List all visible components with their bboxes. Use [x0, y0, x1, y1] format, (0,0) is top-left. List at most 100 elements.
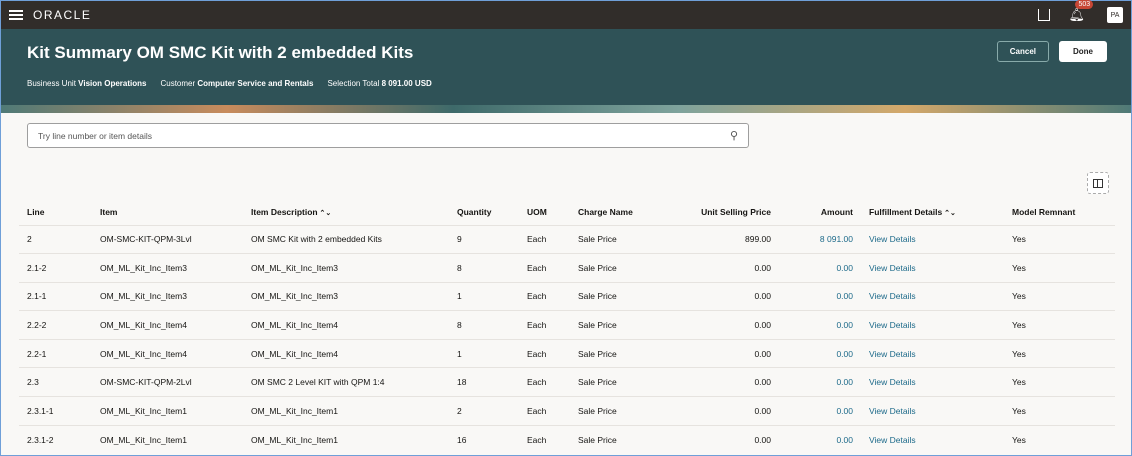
table-cell: Each [519, 224, 570, 254]
column-header: UOM [519, 199, 570, 225]
table-row[interactable]: 2.1-1 OM_ML_Kit_Inc_Item3 OM_ML_Kit_Inc_It… [19, 281, 1115, 311]
table-cell: 0.00 [667, 281, 779, 311]
table-cell: OM_ML_Kit_Inc_Item4 [243, 310, 449, 340]
table-row[interactable]: 2.3 OM-SMC-KIT-QPM-2Lvl OM SMC 2 Level KIT… [19, 367, 1115, 397]
customer: Customer Computer Service and Rentals [160, 79, 314, 88]
table-cell: 0.00 [667, 424, 779, 454]
column-header: Line [19, 199, 92, 225]
amount-link[interactable]: 0.00 [779, 396, 861, 426]
table-cell: 2.2-2 [19, 310, 92, 340]
view-details-link[interactable]: View Details [861, 367, 1004, 397]
table-row[interactable]: 2.1-2 OM_ML_Kit_Inc_Item3 OM_ML_Kit_Inc_It… [19, 253, 1115, 283]
amount-link[interactable]: 8 091.00 [779, 224, 861, 254]
column-header: Quantity [449, 199, 519, 225]
top-bar: ORACLE 🔔︎ 503 PA [1, 0, 1131, 29]
amount-link[interactable]: 0.00 [779, 338, 861, 368]
table-cell: Yes [1004, 253, 1115, 283]
table-cell: Sale Price [570, 281, 667, 311]
table-cell: Yes [1004, 367, 1115, 397]
table-cell: 2.3.1-1 [19, 396, 92, 426]
amount-link[interactable]: 0.00 [779, 424, 861, 454]
view-details-link[interactable]: View Details [861, 310, 1004, 340]
column-label: UOM [527, 206, 547, 217]
page-header: Kit Summary OM SMC Kit with 2 embedded K… [1, 29, 1131, 105]
table-cell: 1 [449, 281, 519, 311]
done-button[interactable]: Done [1059, 41, 1107, 62]
column-label: Charge Name [578, 206, 633, 217]
table-cell: 2 [19, 224, 92, 254]
view-details-link[interactable]: View Details [861, 424, 1004, 454]
table-cell: OM_ML_Kit_Inc_Item1 [243, 396, 449, 426]
amount-link[interactable]: 0.00 [779, 253, 861, 283]
table-row[interactable]: 2 OM-SMC-KIT-QPM-3Lvl OM SMC Kit with 2 em… [19, 224, 1115, 254]
sort-icon[interactable]: ⌃⌄ [318, 210, 332, 217]
table-cell: 0.00 [667, 396, 779, 426]
amount-link[interactable]: 0.00 [779, 310, 861, 340]
amount-link[interactable]: 0.00 [779, 281, 861, 311]
table-cell: 9 [449, 224, 519, 254]
table-row[interactable]: 2.3.1-1 OM_ML_Kit_Inc_Item1 OM_ML_Kit_Inc_… [19, 396, 1115, 426]
home-icon[interactable] [1038, 9, 1051, 21]
oracle-logo: ORACLE [33, 8, 92, 22]
view-details-link[interactable]: View Details [861, 338, 1004, 368]
column-layout-button[interactable] [1087, 172, 1109, 194]
table-row[interactable]: 2.2-2 OM_ML_Kit_Inc_Item4 OM_ML_Kit_Inc_It… [19, 310, 1115, 340]
table-cell: OM_ML_Kit_Inc_Item3 [243, 281, 449, 311]
column-header[interactable]: Fulfillment Details ⌃⌄ [861, 199, 1004, 225]
table-cell: 18 [449, 367, 519, 397]
table-cell: OM SMC 2 Level KIT with QPM 1:4 [243, 367, 449, 397]
column-label: Quantity [457, 206, 492, 217]
selection-total: Selection Total 8 091.00 USD [327, 79, 432, 88]
table-cell: Each [519, 310, 570, 340]
table-cell: Each [519, 338, 570, 368]
columns-icon [1093, 178, 1103, 188]
search-input[interactable]: Try line number or item details ⚲ [27, 123, 749, 148]
table-cell: 2.3.1-2 [19, 424, 92, 454]
table-cell: Sale Price [570, 424, 667, 454]
table-cell: Each [519, 367, 570, 397]
table-cell: Sale Price [570, 224, 667, 254]
business-unit: Business Unit Vision Operations [27, 79, 147, 88]
view-details-link[interactable]: View Details [861, 396, 1004, 426]
table-row[interactable]: 2.2-1 OM_ML_Kit_Inc_Item4 OM_ML_Kit_Inc_It… [19, 338, 1115, 368]
table-cell: Yes [1004, 281, 1115, 311]
table-cell: OM_ML_Kit_Inc_Item4 [92, 338, 243, 368]
view-details-link[interactable]: View Details [861, 253, 1004, 283]
table-cell: 2.3 [19, 367, 92, 397]
table-cell: 16 [449, 424, 519, 454]
column-label: Fulfillment Details [869, 206, 943, 217]
column-label: Amount [820, 206, 853, 217]
table-cell: Sale Price [570, 396, 667, 426]
table-cell: OM-SMC-KIT-QPM-2Lvl [92, 367, 243, 397]
table-cell: OM_ML_Kit_Inc_Item4 [243, 338, 449, 368]
table-cell: 8 [449, 253, 519, 283]
view-details-link[interactable]: View Details [861, 224, 1004, 254]
table-cell: Yes [1004, 310, 1115, 340]
table-cell: Each [519, 253, 570, 283]
cancel-button[interactable]: Cancel [996, 41, 1049, 62]
column-header: Item [92, 199, 243, 225]
notifications-icon[interactable]: 🔔︎ 503 [1068, 0, 1094, 23]
table-cell: Yes [1004, 396, 1115, 426]
table-cell: 899.00 [667, 224, 779, 254]
table-cell: 2.1-2 [19, 253, 92, 283]
table-cell: 0.00 [667, 367, 779, 397]
column-label: Model Remnant [1012, 206, 1076, 217]
search-icon[interactable]: ⚲ [730, 129, 738, 142]
kit-lines-table: Line Item Item Description ⌃⌄ Quantity UOM Ch… [19, 199, 1115, 454]
table-cell: Each [519, 281, 570, 311]
table-cell: 0.00 [667, 310, 779, 340]
column-header[interactable]: Item Description ⌃⌄ [243, 199, 449, 225]
table-cell: OM_ML_Kit_Inc_Item1 [92, 396, 243, 426]
sort-icon[interactable]: ⌃⌄ [942, 210, 956, 217]
table-cell: Yes [1004, 224, 1115, 254]
column-label: Item [100, 206, 118, 217]
avatar[interactable]: PA [1107, 7, 1123, 23]
menu-icon[interactable] [9, 10, 23, 20]
view-details-link[interactable]: View Details [861, 281, 1004, 311]
table-cell: 2 [449, 396, 519, 426]
amount-link[interactable]: 0.00 [779, 367, 861, 397]
table-row[interactable]: 2.3.1-2 OM_ML_Kit_Inc_Item1 OM_ML_Kit_Inc_… [19, 424, 1115, 454]
table-cell: OM_ML_Kit_Inc_Item4 [92, 310, 243, 340]
table-cell: 2.1-1 [19, 281, 92, 311]
